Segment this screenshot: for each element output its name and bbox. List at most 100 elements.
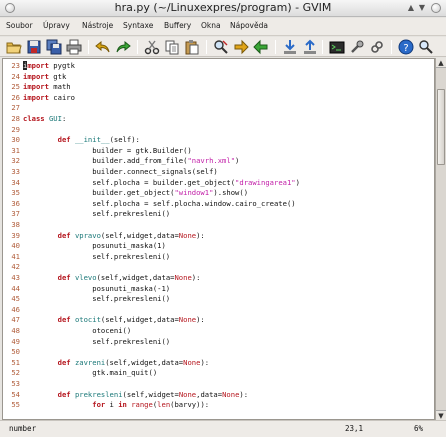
code-line[interactable]: 25 import math: [3, 82, 434, 93]
code-line[interactable]: 34 self.plocha = builder.get_object("dra…: [3, 178, 434, 189]
paste-icon[interactable]: [184, 39, 200, 55]
print-icon[interactable]: [66, 39, 82, 55]
redo-icon[interactable]: [115, 39, 131, 55]
line-number: 45: [11, 294, 20, 304]
save-session-icon[interactable]: [302, 39, 318, 55]
line-text: builder = gtk.Builder(): [23, 145, 192, 155]
code-line[interactable]: 35 builder.get_object("window1").show(): [3, 188, 434, 199]
line-text: posunuti_maska(1): [23, 241, 166, 251]
run-script-icon[interactable]: [329, 39, 345, 55]
line-number: 23: [11, 61, 20, 70]
code-line[interactable]: 45 self.prekresleni(): [3, 294, 434, 305]
code-line[interactable]: 30 def __init__(self):: [3, 135, 434, 146]
line-text: builder.connect_signals(self): [23, 167, 218, 176]
make-icon[interactable]: [349, 39, 365, 55]
menu-napoveda[interactable]: Nápověda: [230, 21, 268, 30]
shade-down-icon[interactable]: ▼: [417, 3, 427, 13]
code-line[interactable]: 38: [3, 220, 434, 231]
line-text: def prekresleni(self,widget=None,data=No…: [57, 389, 249, 399]
window-title: hra.py (~/Linuxexpres/program) - GVIM: [114, 1, 332, 14]
help-icon[interactable]: ?: [398, 39, 414, 55]
code-line[interactable]: 24 import gtk: [3, 72, 434, 83]
line-number: 48: [11, 326, 20, 335]
menu-okna[interactable]: Okna: [201, 21, 221, 30]
line-text: def __init__(self):: [57, 135, 140, 145]
code-line[interactable]: 28 class GUI:: [3, 114, 434, 125]
save-icon[interactable]: [26, 39, 42, 55]
code-line[interactable]: 43 def vlevo(self,widget,data=None):: [3, 273, 434, 284]
line-text: import cairo: [23, 92, 75, 102]
code-line[interactable]: 39 def vpravo(self,widget,data=None):: [3, 231, 434, 242]
code-line[interactable]: 33 builder.connect_signals(self): [3, 167, 434, 178]
save-all-icon[interactable]: [46, 39, 62, 55]
code-line[interactable]: 46: [3, 305, 434, 316]
find-help-icon[interactable]: [418, 39, 434, 55]
line-text: class GUI:: [23, 114, 67, 123]
line-number: 44: [11, 283, 20, 293]
code-line[interactable]: 27: [3, 103, 434, 114]
shade-up-icon[interactable]: ▲: [406, 3, 416, 13]
menu-upravy[interactable]: Úpravy: [43, 21, 70, 30]
line-number: 30: [11, 135, 20, 145]
load-session-icon[interactable]: [282, 39, 298, 55]
line-text: self.prekresleni(): [23, 209, 171, 219]
scroll-up-icon[interactable]: ▲: [436, 58, 446, 68]
code-line[interactable]: 50: [3, 347, 434, 358]
close-window-icon[interactable]: [431, 3, 441, 13]
line-text: posunuti_maska(-1): [23, 283, 171, 293]
menu-buffery[interactable]: Buffery: [164, 21, 191, 30]
line-text: def otocit(self,widget,data=None):: [57, 315, 205, 325]
line-number: 53: [11, 379, 20, 388]
code-line[interactable]: 37 self.prekresleni(): [3, 209, 434, 220]
line-number: 49: [11, 336, 20, 346]
find-prev-icon[interactable]: [253, 39, 269, 55]
line-number: 27: [11, 103, 20, 113]
vertical-scrollbar[interactable]: ▲ ▼: [435, 58, 446, 420]
text-editor-area[interactable]: 23 import pygtk 24 import gtk 25 import math 2…: [2, 58, 435, 420]
line-number: 26: [11, 92, 20, 102]
code-line[interactable]: 48 otoceni(): [3, 326, 434, 337]
line-text: builder.add_from_file("navrh.xml"): [23, 156, 240, 166]
line-number: 34: [11, 177, 20, 187]
code-line[interactable]: 42: [3, 262, 434, 273]
code-line[interactable]: 26 import cairo: [3, 93, 434, 104]
code-line[interactable]: 40 posunuti_maska(1): [3, 241, 434, 252]
line-text: otoceni(): [23, 326, 132, 335]
line-number: 52: [11, 368, 20, 378]
code-line[interactable]: 53: [3, 379, 434, 390]
gvim-window: hra.py (~/Linuxexpres/program) - GVIM ▲ …: [0, 0, 446, 437]
code-line[interactable]: 49 self.prekresleni(): [3, 337, 434, 348]
open-icon[interactable]: [6, 39, 22, 55]
svg-text:?: ?: [403, 43, 408, 54]
menu-nastroje[interactable]: Nástroje: [82, 21, 113, 30]
line-text: self.plocha = builder.get_object("drawin…: [23, 177, 300, 187]
code-line[interactable]: 31 builder = gtk.Builder(): [3, 146, 434, 157]
copy-icon[interactable]: [164, 39, 180, 55]
scroll-down-icon[interactable]: ▼: [436, 410, 446, 420]
menu-soubor[interactable]: Soubor: [6, 21, 33, 30]
title-bar[interactable]: hra.py (~/Linuxexpres/program) - GVIM ▲ …: [0, 0, 446, 17]
cut-icon[interactable]: [144, 39, 160, 55]
find-replace-icon[interactable]: [213, 39, 229, 55]
undo-icon[interactable]: [95, 39, 111, 55]
code-line[interactable]: 51 def zavreni(self,widget,data=None):: [3, 358, 434, 369]
code-line[interactable]: 29: [3, 125, 434, 136]
line-number: 55: [11, 400, 20, 410]
menu-syntaxe[interactable]: Syntaxe: [123, 21, 153, 30]
tags-icon[interactable]: [369, 39, 385, 55]
code-line[interactable]: 52 gtk.main_quit(): [3, 368, 434, 379]
code-line[interactable]: 54 def prekresleni(self,widget=None,data…: [3, 390, 434, 401]
scrollbar-thumb[interactable]: [437, 89, 445, 165]
line-number: 28: [11, 114, 20, 123]
code-line[interactable]: 32 builder.add_from_file("navrh.xml"): [3, 156, 434, 167]
line-number: 43: [11, 273, 20, 282]
code-line[interactable]: 47 def otocit(self,widget,data=None):: [3, 315, 434, 326]
line-number: 37: [11, 209, 20, 219]
code-line[interactable]: 41 self.prekresleni(): [3, 252, 434, 263]
code-line[interactable]: 36 self.plocha = self.plocha.window.cair…: [3, 199, 434, 210]
line-text: def zavreni(self,widget,data=None):: [57, 357, 210, 367]
code-line[interactable]: 44 posunuti_maska(-1): [3, 284, 434, 295]
code-line[interactable]: 55 for i in range(len(barvy)):: [3, 400, 434, 411]
find-next-icon[interactable]: [233, 39, 249, 55]
code-line[interactable]: 23 import pygtk: [3, 61, 434, 72]
